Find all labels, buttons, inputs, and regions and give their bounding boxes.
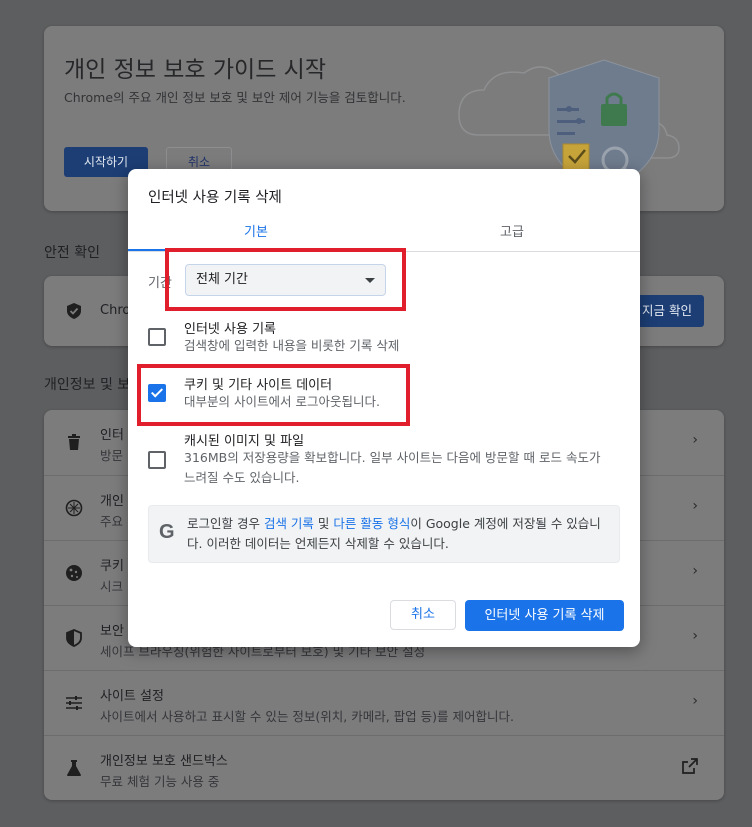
chevron-right-icon: ›: [692, 563, 698, 579]
row-title: 인터: [100, 428, 124, 443]
shield-icon: [64, 628, 84, 648]
privacy-guide-title: 개인 정보 보호 가이드 시작: [64, 57, 327, 83]
browsing-history-checkbox[interactable]: [148, 328, 166, 346]
browsing-history-desc: 검색창에 입력한 내용을 비롯한 기록 삭제: [184, 338, 400, 353]
row-subtitle: 방문: [100, 448, 124, 463]
cached-images-desc: 316MB의 저장용량을 확보합니다. 일부 사이트는 다음에 방문할 때 로드…: [184, 450, 601, 485]
safety-check-text: Chro: [100, 303, 131, 318]
cached-images-title: 캐시된 이미지 및 파일: [184, 434, 305, 449]
flask-icon: [64, 758, 84, 778]
privacy-guide-description: Chrome의 주요 개인 정보 보호 및 보안 제어 기능을 검토합니다.: [64, 90, 406, 105]
compass-icon: [64, 498, 84, 518]
row-subtitle: 무료 체험 기능 사용 중: [100, 774, 220, 789]
shield-check-icon: [64, 301, 84, 321]
chevron-right-icon: ›: [692, 693, 698, 709]
privacy-row-sandbox[interactable]: 개인정보 보호 샌드박스 무료 체험 기능 사용 중: [44, 735, 724, 801]
row-title: 사이트 설정: [100, 689, 164, 704]
row-subtitle: 시크: [100, 579, 124, 594]
google-account-info-box: G 로그인할 경우 검색 기록 및 다른 활동 형식이 Google 계정에 저…: [148, 505, 620, 563]
highlight-time-range: [165, 248, 406, 311]
sliders-icon: [64, 693, 84, 713]
other-activity-link[interactable]: 다른 활동 형식: [333, 516, 410, 531]
tab-advanced[interactable]: 고급: [384, 221, 640, 240]
row-title: 개인: [100, 494, 124, 509]
cancel-button[interactable]: 취소: [390, 600, 456, 630]
info-prefix: 로그인할 경우: [187, 516, 264, 531]
info-mid: 및: [313, 516, 334, 531]
clear-data-button[interactable]: 인터넷 사용 기록 삭제: [465, 600, 624, 631]
row-title: 개인정보 보호 샌드박스: [100, 754, 228, 769]
safety-check-heading: 안전 확인: [44, 245, 100, 261]
chevron-right-icon: ›: [692, 432, 698, 448]
chevron-right-icon: ›: [692, 628, 698, 644]
privacy-row-site-settings[interactable]: 사이트 설정 사이트에서 사용하고 표시할 수 있는 정보(위치, 카메라, 팝…: [44, 670, 724, 736]
row-title: 보안: [100, 624, 124, 639]
tab-basic[interactable]: 기본: [128, 221, 384, 240]
cookie-icon: [64, 563, 84, 583]
search-history-link[interactable]: 검색 기록: [264, 516, 314, 531]
chevron-right-icon: ›: [692, 498, 698, 514]
privacy-security-heading: 개인정보 및 보: [44, 377, 131, 393]
dialog-title: 인터넷 사용 기록 삭제: [148, 190, 282, 206]
row-title: 쿠키: [100, 559, 124, 574]
google-g-icon: G: [159, 521, 175, 543]
cached-images-checkbox[interactable]: [148, 451, 166, 469]
row-subtitle: 주요: [100, 514, 124, 529]
browsing-history-title: 인터넷 사용 기록: [184, 322, 276, 337]
highlight-cookies-option: [137, 364, 410, 426]
info-text: 로그인할 경우 검색 기록 및 다른 활동 형식이 Google 계정에 저장될…: [187, 514, 611, 554]
trash-icon: [64, 432, 84, 452]
row-subtitle: 사이트에서 사용하고 표시할 수 있는 정보(위치, 카메라, 팝업 등)를 제…: [100, 709, 514, 724]
open-in-new-icon: [682, 758, 698, 778]
